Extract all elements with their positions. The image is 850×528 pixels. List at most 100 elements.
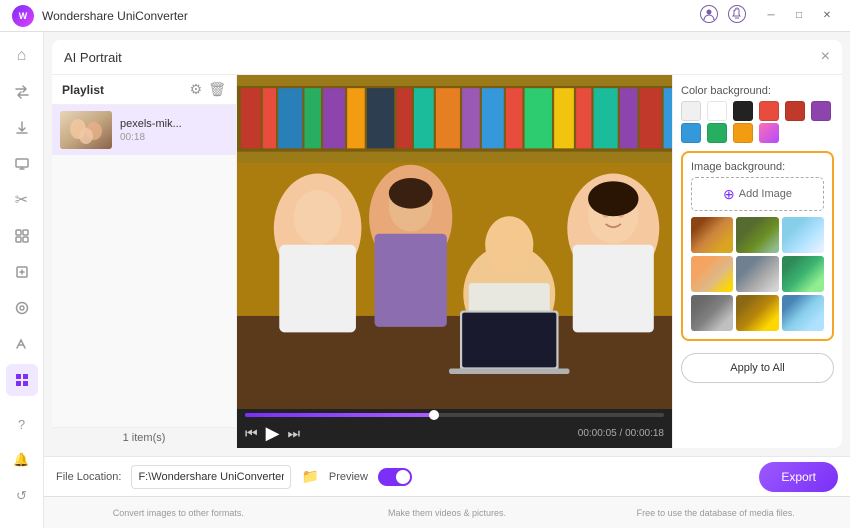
playlist-panel: Playlist ⚙ 🗑 xyxy=(52,75,237,448)
sidebar-item-convert[interactable] xyxy=(6,76,38,108)
play-button[interactable]: ▶ xyxy=(266,423,280,444)
user-icon[interactable] xyxy=(700,5,718,26)
progress-handle xyxy=(429,410,439,420)
bg-thumb-6[interactable] xyxy=(782,256,824,292)
sidebar-item-compress[interactable] xyxy=(6,256,38,288)
sidebar-item-cut[interactable]: ✂ xyxy=(6,184,38,216)
playlist-item[interactable]: pexels-mik... 00:18 xyxy=(52,105,236,155)
sidebar-item-home[interactable]: ⌂ xyxy=(6,40,38,72)
sidebar-refresh-icon[interactable]: ↺ xyxy=(6,480,38,512)
swatch-purple[interactable] xyxy=(811,101,831,121)
file-path-input[interactable] xyxy=(131,465,291,489)
ai-portrait-panel: AI Portrait × Playlist ⚙ 🗑 xyxy=(52,40,842,448)
color-bg-title: Color background: xyxy=(681,85,834,97)
hint-2: Make them videos & pictures. xyxy=(313,508,582,518)
sidebar-item-merge[interactable] xyxy=(6,220,38,252)
playlist-title: Playlist xyxy=(62,83,104,97)
bg-thumb-7[interactable] xyxy=(691,295,733,331)
file-location-label: File Location: xyxy=(56,471,121,483)
add-icon: ⊕ xyxy=(723,186,735,203)
swatch-pink[interactable] xyxy=(759,123,779,143)
progress-fill xyxy=(245,413,434,417)
image-bg-title: Image background: xyxy=(691,161,824,173)
playlist-item-duration: 00:18 xyxy=(120,132,228,143)
sidebar-item-watermark[interactable] xyxy=(6,328,38,360)
hint-1: Convert images to other formats. xyxy=(44,508,313,518)
playlist-delete-icon[interactable]: 🗑 xyxy=(208,81,226,98)
bg-thumb-2[interactable] xyxy=(736,217,778,253)
panel-close-button[interactable]: × xyxy=(821,48,830,66)
swatch-white[interactable] xyxy=(707,101,727,121)
playlist-thumb-image xyxy=(60,111,112,149)
window-controls: ─ □ ✕ xyxy=(700,5,838,27)
bg-thumb-9[interactable] xyxy=(782,295,824,331)
playlist-header: Playlist ⚙ 🗑 xyxy=(52,75,236,105)
time-total: 00:00:18 xyxy=(625,428,664,439)
next-button[interactable]: ⏭ xyxy=(287,425,300,442)
bg-thumb-8[interactable] xyxy=(736,295,778,331)
time-display: 00:00:05 / 00:00:18 xyxy=(578,428,664,439)
export-button[interactable]: Export xyxy=(759,462,838,492)
playlist-thumbnail xyxy=(60,111,112,149)
time-current: 00:00:05 xyxy=(578,428,617,439)
color-background-section: Color background: xyxy=(681,85,834,143)
panel-title: AI Portrait xyxy=(64,50,122,65)
image-background-section: Image background: ⊕ Add Image xyxy=(681,151,834,341)
sidebar-bell-icon[interactable]: 🔔 xyxy=(6,444,38,476)
controls-row: ⏮ ▶ ⏭ 00:00:05 / 00:00:18 xyxy=(245,423,664,444)
folder-browse-button[interactable]: 📁 xyxy=(301,468,318,485)
swatch-dark-red[interactable] xyxy=(785,101,805,121)
minimize-button[interactable]: ─ xyxy=(760,5,782,27)
notification-icon[interactable] xyxy=(728,5,746,26)
prev-button[interactable]: ⏮ xyxy=(245,425,258,442)
bottom-hints: Convert images to other formats. Make th… xyxy=(44,496,850,528)
bg-thumb-5[interactable] xyxy=(736,256,778,292)
app-body: ⌂ ✂ xyxy=(0,32,850,528)
playlist-item-name: pexels-mik... xyxy=(120,118,210,130)
video-frame xyxy=(237,75,672,409)
close-window-button[interactable]: ✕ xyxy=(816,5,838,27)
settings-panel: Color background: xyxy=(672,75,842,448)
app-title: Wondershare UniConverter xyxy=(42,9,700,23)
playlist-item-info: pexels-mik... 00:18 xyxy=(120,118,228,143)
preview-label: Preview xyxy=(329,471,368,483)
playlist-count: 1 item(s) xyxy=(52,427,236,448)
video-display xyxy=(237,75,672,409)
progress-bar[interactable] xyxy=(245,413,664,417)
content-area: AI Portrait × Playlist ⚙ 🗑 xyxy=(44,32,850,528)
app-logo: W xyxy=(12,5,34,27)
sidebar-item-effects[interactable] xyxy=(6,292,38,324)
video-controls: ⏮ ▶ ⏭ 00:00:05 / 00:00:18 xyxy=(237,409,672,448)
swatch-light-gray[interactable] xyxy=(681,101,701,121)
sidebar-item-screen[interactable] xyxy=(6,148,38,180)
swatch-black[interactable] xyxy=(733,101,753,121)
swatch-orange[interactable] xyxy=(733,123,753,143)
apply-to-all-button[interactable]: Apply to All xyxy=(681,353,834,383)
playlist-settings-icon[interactable]: ⚙ xyxy=(190,81,203,98)
add-image-label: Add Image xyxy=(739,188,792,200)
sidebar-item-download[interactable] xyxy=(6,112,38,144)
sidebar-help-icon[interactable]: ? xyxy=(6,408,38,440)
hint-3: Free to use the database of media files. xyxy=(581,508,850,518)
playlist-icons: ⚙ 🗑 xyxy=(190,81,226,98)
title-bar: W Wondershare UniConverter ─ □ ✕ xyxy=(0,0,850,32)
bottom-bar: File Location: 📁 Preview Export xyxy=(44,456,850,496)
swatch-green[interactable] xyxy=(707,123,727,143)
sidebar: ⌂ ✂ xyxy=(0,32,44,528)
bg-thumb-3[interactable] xyxy=(782,217,824,253)
swatch-blue[interactable] xyxy=(681,123,701,143)
bg-thumb-4[interactable] xyxy=(691,256,733,292)
panel-body: Playlist ⚙ 🗑 xyxy=(52,75,842,448)
playback-controls: ⏮ ▶ ⏭ xyxy=(245,423,300,444)
swatch-red[interactable] xyxy=(759,101,779,121)
bg-thumb-1[interactable] xyxy=(691,217,733,253)
preview-toggle[interactable] xyxy=(378,468,412,486)
color-swatches-row1 xyxy=(681,101,834,121)
video-area: ⏮ ▶ ⏭ 00:00:05 / 00:00:18 xyxy=(237,75,672,448)
panel-header: AI Portrait × xyxy=(52,40,842,75)
color-swatches-row2 xyxy=(681,123,834,143)
maximize-button[interactable]: □ xyxy=(788,5,810,27)
add-image-button[interactable]: ⊕ Add Image xyxy=(691,177,824,211)
sidebar-item-tools[interactable] xyxy=(6,364,38,396)
toggle-knob xyxy=(396,470,410,484)
